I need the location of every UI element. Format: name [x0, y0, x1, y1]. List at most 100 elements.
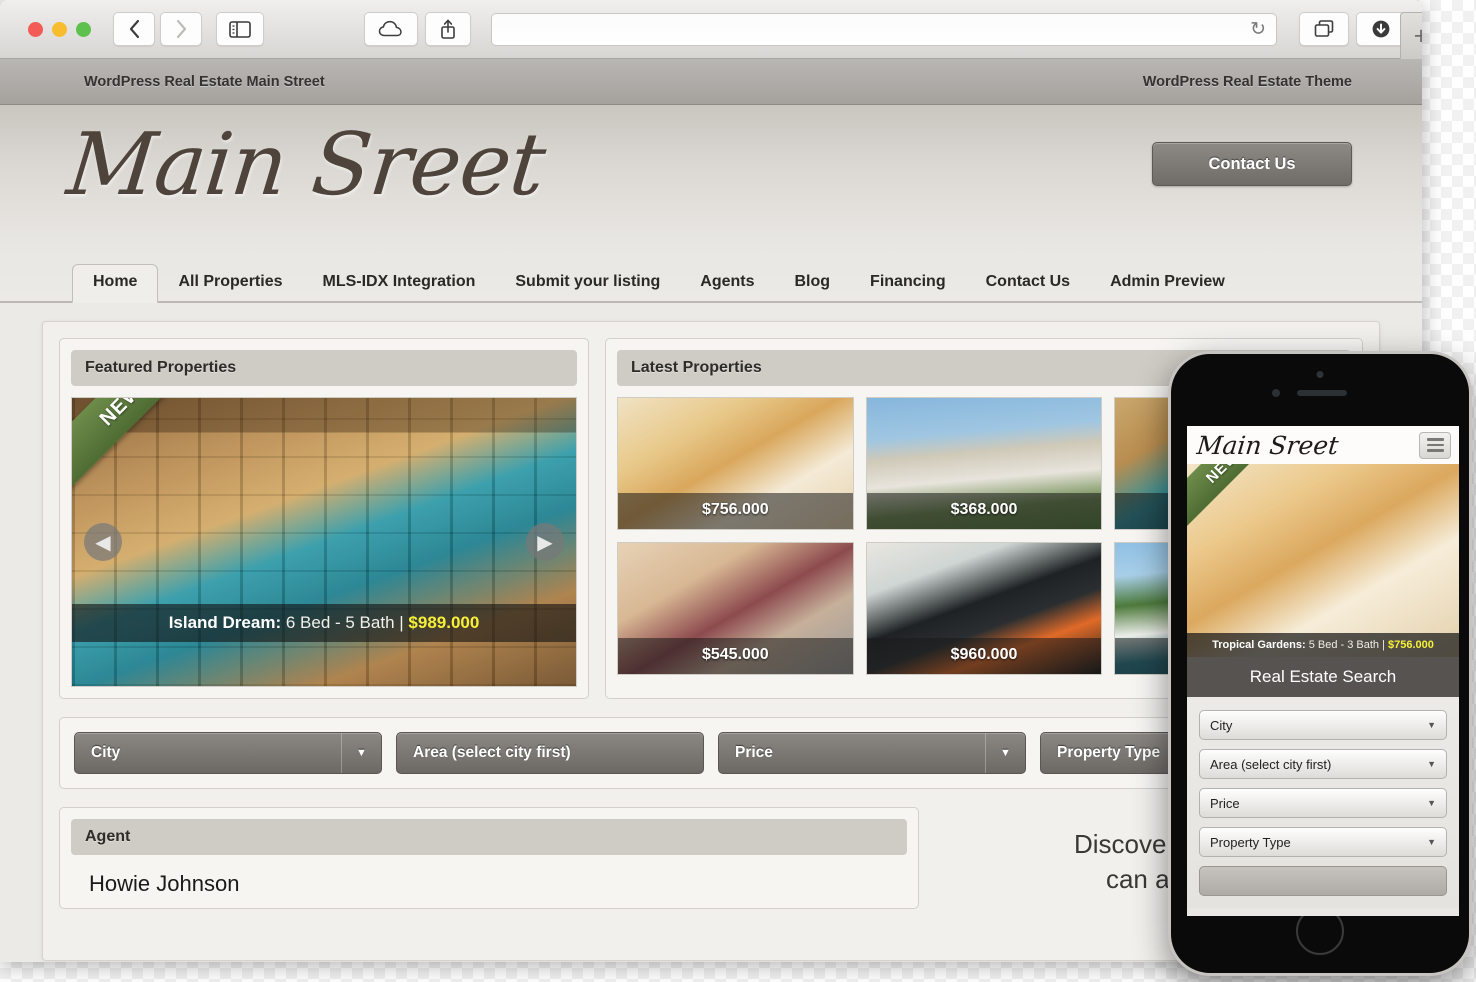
agent-panel-title: Agent — [71, 819, 907, 855]
share-icon — [441, 19, 455, 39]
featured-property-photo — [72, 398, 576, 686]
mobile-search-submit-button[interactable] — [1199, 866, 1447, 896]
address-bar[interactable]: ↻ — [491, 12, 1277, 46]
tabs-icon — [1314, 20, 1334, 37]
property-price: $960.000 — [866, 638, 1102, 674]
back-button[interactable] — [113, 12, 155, 46]
show-all-tabs-button[interactable] — [1299, 12, 1349, 46]
property-price: $368.000 — [866, 493, 1102, 529]
forward-button[interactable] — [160, 12, 202, 46]
city-select-label: City — [91, 744, 121, 761]
site-logo[interactable]: Main Sreet — [63, 115, 549, 215]
screenshot-root: ↻ + WordPress Real Estate Main Street Wo… — [0, 0, 1476, 982]
share-button[interactable] — [425, 12, 471, 46]
phone-camera-icon — [1316, 371, 1324, 378]
phone-mockup: Main Sreet NEW Tropical Gardens: 5 Bed -… — [1168, 351, 1472, 976]
property-card[interactable]: $545.000 — [617, 542, 854, 675]
mobile-hero-slide[interactable]: NEW Tropical Gardens: 5 Bed - 3 Bath | $… — [1187, 464, 1459, 657]
theme-title: WordPress Real Estate Theme — [1142, 73, 1352, 90]
featured-property-price: $989.000 — [408, 613, 480, 632]
nav-item-agents[interactable]: Agents — [680, 265, 774, 301]
chevron-down-icon: ▼ — [1427, 720, 1436, 730]
navigation-buttons — [113, 12, 202, 46]
browser-toolbar: ↻ + — [0, 0, 1422, 59]
mobile-price-select[interactable]: Price ▼ — [1199, 788, 1447, 818]
area-select[interactable]: Area (select city first) ▼ — [396, 732, 704, 774]
nav-item-mls-idx-integration[interactable]: MLS-IDX Integration — [302, 265, 495, 301]
main-navigation: Home All Properties MLS-IDX Integration … — [0, 264, 1422, 303]
mobile-search-title: Real Estate Search — [1187, 657, 1459, 697]
agent-name[interactable]: Howie Johnson — [71, 871, 907, 897]
mobile-city-select[interactable]: City ▼ — [1199, 710, 1447, 740]
contact-us-button[interactable]: Contact Us — [1152, 142, 1352, 186]
phone-sensor-icon — [1272, 389, 1280, 397]
area-select-label: Area (select city first) — [413, 744, 571, 761]
featured-property-caption: Island Dream: 6 Bed - 5 Bath | $989.000 — [72, 604, 576, 642]
featured-property-name: Island Dream: — [168, 613, 282, 632]
chevron-down-icon: ▼ — [1427, 798, 1436, 808]
mobile-property-type-label: Property Type — [1210, 834, 1291, 850]
mobile-area-label: Area (select city first) — [1210, 756, 1332, 772]
property-card[interactable]: $960.000 — [865, 542, 1103, 675]
close-window-button[interactable] — [28, 21, 43, 37]
nav-item-blog[interactable]: Blog — [775, 265, 851, 301]
toolbar-right-buttons — [1299, 12, 1406, 46]
nav-item-submit-your-listing[interactable]: Submit your listing — [495, 265, 680, 301]
mobile-site-logo[interactable]: Main Sreet — [1195, 431, 1339, 460]
property-price: $545.000 — [618, 638, 853, 674]
featured-properties-title: Featured Properties — [71, 350, 577, 386]
featured-properties-panel: Featured Properties NEW ◀ ▶ Island Dream… — [59, 338, 589, 699]
hamburger-line — [1426, 443, 1444, 447]
price-select[interactable]: Price ▼ — [718, 732, 1026, 774]
chevron-down-icon: ▼ — [985, 733, 1025, 773]
reload-icon[interactable]: ↻ — [1250, 20, 1266, 39]
phone-speaker-icon — [1297, 390, 1347, 396]
featured-property-specs: 6 Bed - 5 Bath | — [281, 613, 409, 632]
mobile-area-select[interactable]: Area (select city first) ▼ — [1199, 749, 1447, 779]
mobile-property-specs: 5 Bed - 3 Bath | — [1305, 639, 1388, 651]
mobile-property-type-select[interactable]: Property Type ▼ — [1199, 827, 1447, 857]
chevron-down-icon: ▼ — [1427, 837, 1436, 847]
tab-bar: WordPress Real Estate Main Street WordPr… — [0, 59, 1422, 105]
property-card[interactable]: $756.000 — [617, 397, 854, 530]
hamburger-menu-icon[interactable] — [1419, 431, 1451, 459]
nav-item-all-properties[interactable]: All Properties — [158, 265, 302, 301]
mobile-new-badge-ribbon: NEW — [1187, 464, 1288, 533]
nav-item-admin-preview[interactable]: Admin Preview — [1090, 265, 1245, 301]
property-type-select-label: Property Type — [1057, 744, 1161, 761]
nav-item-financing[interactable]: Financing — [850, 265, 966, 301]
city-select[interactable]: City ▼ — [74, 732, 382, 774]
downloads-button[interactable] — [1356, 12, 1406, 46]
agent-panel: Agent Howie Johnson — [59, 807, 919, 909]
hamburger-line — [1426, 449, 1444, 452]
mobile-price-label: Price — [1210, 795, 1240, 811]
chevron-down-icon: ▼ — [341, 733, 381, 773]
carousel-next-button[interactable]: ▶ — [526, 523, 564, 561]
site-header: Main Sreet Contact Us — [0, 105, 1422, 265]
minimize-window-button[interactable] — [52, 21, 67, 37]
nav-item-contact-us[interactable]: Contact Us — [966, 265, 1090, 301]
mobile-hero-caption: Tropical Gardens: 5 Bed - 3 Bath | $756.… — [1187, 633, 1459, 657]
featured-property-slide[interactable]: NEW ◀ ▶ Island Dream: 6 Bed - 5 Bath | $… — [71, 397, 577, 687]
phone-screen: Main Sreet NEW Tropical Gardens: 5 Bed -… — [1187, 426, 1459, 916]
sidebar-icon — [229, 20, 251, 38]
mobile-search-form: City ▼ Area (select city first) ▼ Price … — [1187, 697, 1459, 908]
mobile-property-price: $756.000 — [1388, 639, 1434, 651]
mobile-city-label: City — [1210, 717, 1233, 733]
mobile-header: Main Sreet — [1187, 426, 1459, 464]
nav-item-home[interactable]: Home — [72, 264, 159, 303]
hamburger-line — [1426, 438, 1444, 441]
price-select-label: Price — [735, 744, 773, 761]
sidebar-toggle-button[interactable] — [216, 12, 264, 46]
download-icon — [1372, 20, 1390, 38]
mobile-property-name: Tropical Gardens: — [1212, 639, 1306, 651]
property-card[interactable]: $368.000 — [865, 397, 1103, 530]
maximize-window-button[interactable] — [76, 21, 91, 37]
carousel-prev-button[interactable]: ◀ — [84, 523, 122, 561]
property-price: $756.000 — [618, 493, 853, 529]
icloud-button[interactable] — [364, 12, 418, 46]
chevron-right-icon — [176, 19, 186, 39]
cloud-icon — [378, 20, 402, 37]
window-controls — [28, 21, 91, 37]
new-tab-button[interactable]: + — [1400, 12, 1422, 59]
